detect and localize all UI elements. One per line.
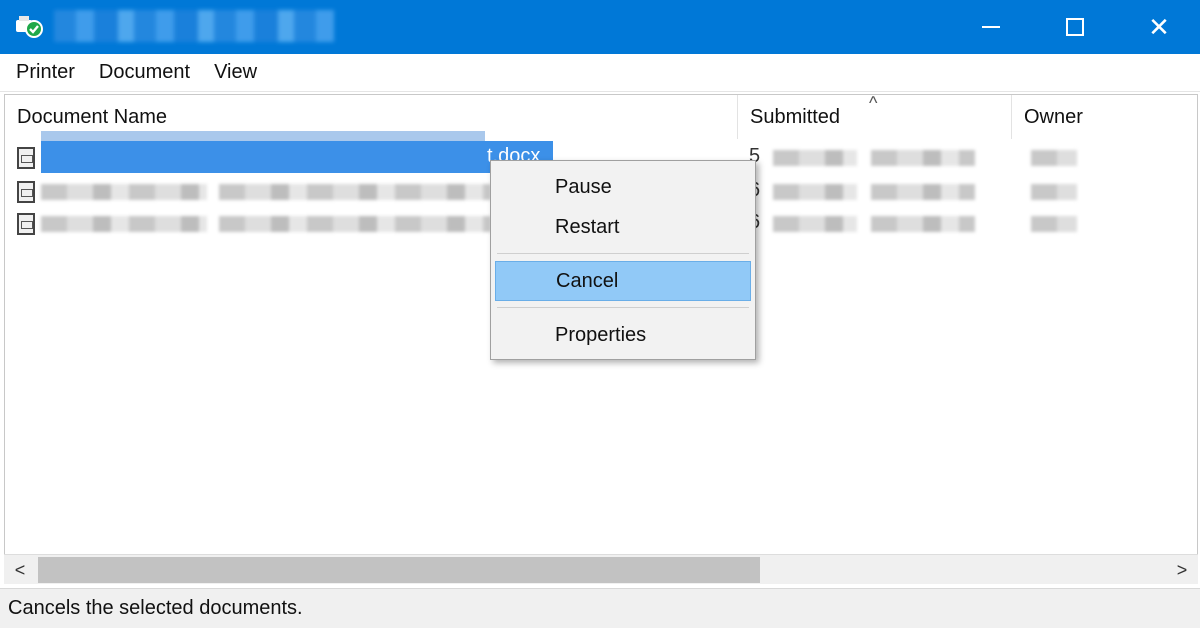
redacted-text [1031,150,1077,166]
close-icon: ✕ [1148,11,1170,42]
document-icon [17,147,35,169]
menu-item-properties[interactable]: Properties [495,315,751,355]
redacted-text [219,184,491,200]
close-button[interactable]: ✕ [1116,0,1200,54]
document-icon [17,181,35,203]
document-icon [17,213,35,235]
scroll-left-button[interactable]: < [4,555,36,585]
title-bar[interactable]: ✕ [0,0,1200,54]
redacted-text [871,216,975,232]
redacted-text [871,184,975,200]
horizontal-scrollbar[interactable]: < > [4,554,1198,584]
redacted-text [773,216,857,232]
chevron-left-icon: < [14,559,26,580]
menu-separator [497,307,749,308]
redacted-text [41,184,207,200]
minimize-icon [982,26,1000,28]
printer-status-icon [14,14,46,40]
redacted-text [773,184,857,200]
menu-item-cancel[interactable]: Cancel [495,261,751,301]
minimize-button[interactable] [948,0,1034,54]
status-text: Cancels the selected documents. [8,597,303,619]
column-header-owner[interactable]: Owner [1011,95,1199,139]
scroll-right-button[interactable]: > [1166,555,1198,585]
menu-printer[interactable]: Printer [4,61,87,84]
selection-highlight [41,141,553,173]
redacted-text [41,216,207,232]
redacted-text [871,150,975,166]
maximize-button[interactable] [1032,0,1118,54]
status-bar: Cancels the selected documents. [0,588,1200,628]
redacted-text [1031,216,1077,232]
menu-item-pause[interactable]: Pause [495,167,751,207]
window-title [54,10,334,42]
redacted-text [1031,184,1077,200]
menu-separator [497,253,749,254]
scrollbar-thumb[interactable] [38,557,760,583]
menu-view[interactable]: View [202,61,269,84]
chevron-right-icon: > [1176,559,1188,580]
sort-ascending-icon: ^ [869,93,878,113]
menu-document[interactable]: Document [87,61,202,84]
redacted-text [219,216,491,232]
menu-item-restart[interactable]: Restart [495,207,751,247]
menu-bar: Printer Document View [0,54,1200,92]
redacted-text [773,150,857,166]
context-menu: Pause Restart Cancel Properties [490,160,756,360]
maximize-icon [1066,18,1084,36]
